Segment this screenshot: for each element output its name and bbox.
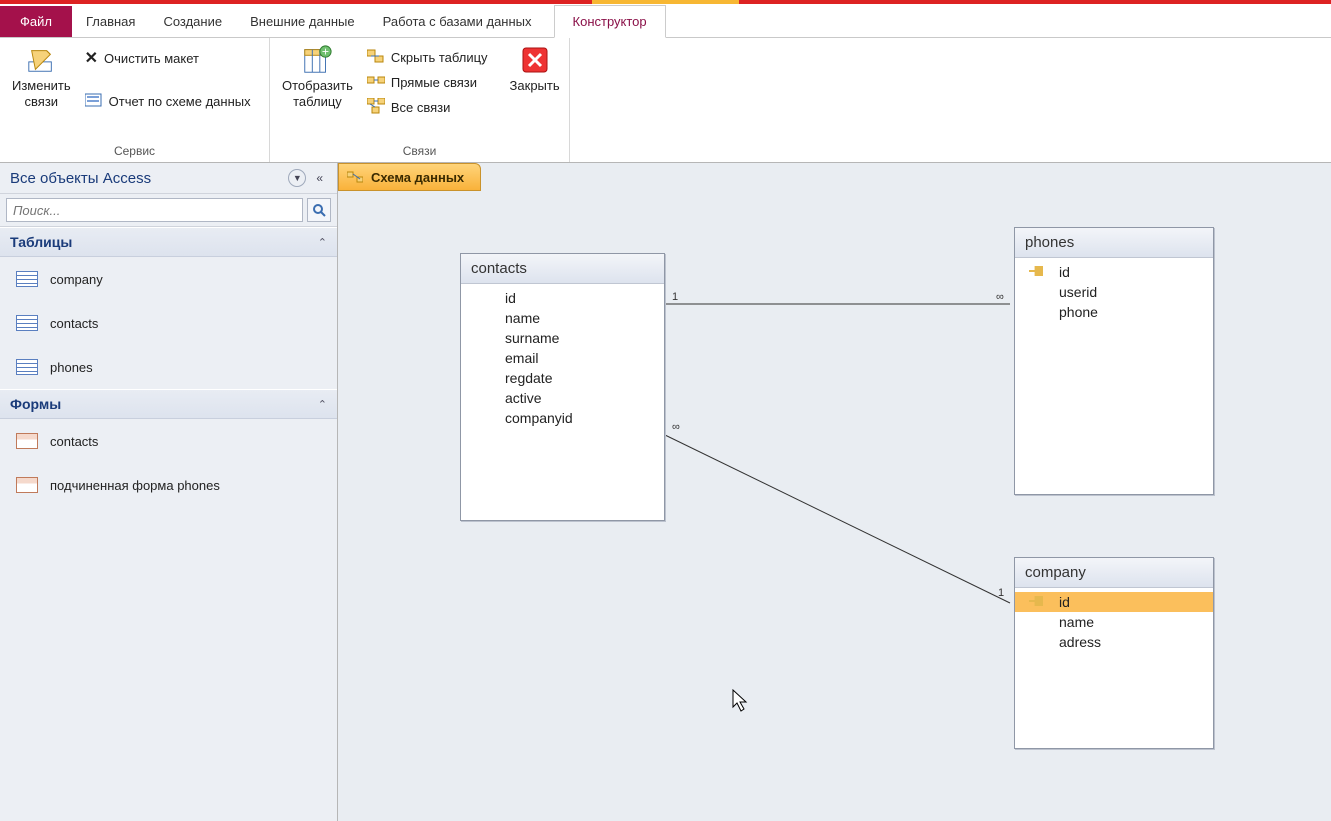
field[interactable]: name bbox=[461, 308, 664, 328]
field[interactable]: regdate bbox=[461, 368, 664, 388]
field[interactable]: phone bbox=[1015, 302, 1213, 322]
all-links-button[interactable]: Все связи bbox=[363, 96, 492, 119]
navitem-label: contacts bbox=[50, 316, 98, 331]
navitem-label: подчиненная форма phones bbox=[50, 478, 220, 493]
document-tab-label: Схема данных bbox=[371, 170, 464, 185]
tab-create[interactable]: Создание bbox=[149, 6, 236, 37]
nav-dropdown-icon[interactable]: ▼ bbox=[288, 169, 306, 187]
show-table-icon: + bbox=[301, 44, 333, 76]
navitem-table-company[interactable]: company bbox=[0, 257, 337, 301]
edit-relations-label: Изменить связи bbox=[12, 78, 71, 109]
navitem-form-phones[interactable]: подчиненная форма phones bbox=[0, 463, 337, 507]
ribbon-tabs: Файл Главная Создание Внешние данные Раб… bbox=[0, 4, 1331, 38]
tab-dbtools[interactable]: Работа с базами данных bbox=[369, 6, 546, 37]
report-icon bbox=[85, 92, 103, 111]
field-key[interactable]: id bbox=[1015, 262, 1213, 282]
all-links-label: Все связи bbox=[391, 100, 451, 115]
rel-mark-many: ∞ bbox=[996, 291, 1004, 303]
field[interactable]: name bbox=[1015, 612, 1213, 632]
field-key-selected[interactable]: id bbox=[1015, 592, 1213, 612]
close-icon bbox=[519, 44, 551, 76]
chevron-up-icon: ⌃ bbox=[318, 398, 327, 411]
svg-text:+: + bbox=[322, 44, 329, 58]
direct-links-icon bbox=[367, 73, 385, 92]
rel-mark-one: 1 bbox=[672, 291, 678, 303]
table-icon bbox=[16, 271, 38, 287]
field[interactable]: surname bbox=[461, 328, 664, 348]
edit-relations-button[interactable]: Изменить связи bbox=[6, 42, 77, 111]
search-input[interactable] bbox=[6, 198, 303, 222]
schema-report-button[interactable]: Отчет по схеме данных bbox=[81, 90, 255, 113]
cat-forms-label: Формы bbox=[10, 396, 61, 412]
navitem-table-contacts[interactable]: contacts bbox=[0, 301, 337, 345]
schema-report-label: Отчет по схеме данных bbox=[109, 94, 251, 109]
close-button[interactable]: Закрыть bbox=[504, 42, 566, 96]
navigation-pane: Все объекты Access ▼ « Таблицы ⌃ company… bbox=[0, 163, 338, 821]
hide-table-label: Скрыть таблицу bbox=[391, 50, 488, 65]
direct-links-label: Прямые связи bbox=[391, 75, 477, 90]
tab-home[interactable]: Главная bbox=[72, 6, 149, 37]
nav-title[interactable]: Все объекты Access bbox=[10, 170, 282, 187]
table-icon bbox=[16, 315, 38, 331]
tab-file[interactable]: Файл bbox=[0, 6, 72, 37]
field[interactable]: id bbox=[461, 288, 664, 308]
field[interactable]: email bbox=[461, 348, 664, 368]
context-tab-highlight bbox=[592, 0, 739, 4]
edit-relations-icon bbox=[25, 44, 57, 76]
tab-external[interactable]: Внешние данные bbox=[236, 6, 369, 37]
document-tab[interactable]: Схема данных bbox=[338, 163, 481, 191]
canvas-area[interactable]: Схема данных 1 ∞ ∞ 1 contacts id name su… bbox=[338, 163, 1331, 821]
show-table-label: Отобразить таблицу bbox=[282, 78, 353, 109]
table-contacts[interactable]: contacts id name surname email regdate a… bbox=[460, 253, 665, 521]
relations-icon bbox=[347, 170, 363, 184]
form-icon bbox=[16, 477, 38, 493]
chevron-up-icon: ⌃ bbox=[318, 236, 327, 249]
field[interactable]: adress bbox=[1015, 632, 1213, 652]
group-links-label: Связи bbox=[276, 141, 563, 160]
table-contacts-header[interactable]: contacts bbox=[461, 254, 664, 284]
clear-icon: ✕ bbox=[85, 48, 98, 68]
table-phones[interactable]: phones id userid phone bbox=[1014, 227, 1214, 495]
hide-table-button[interactable]: Скрыть таблицу bbox=[363, 46, 492, 69]
navitem-label: contacts bbox=[50, 434, 98, 449]
clear-layout-button[interactable]: ✕ Очистить макет bbox=[81, 46, 255, 70]
table-company[interactable]: company id name adress bbox=[1014, 557, 1214, 749]
field[interactable]: companyid bbox=[461, 408, 664, 428]
cursor-icon bbox=[732, 689, 750, 719]
ribbon: Изменить связи ✕ Очистить макет Отчет по… bbox=[0, 38, 1331, 163]
hide-table-icon bbox=[367, 48, 385, 67]
search-icon[interactable] bbox=[307, 198, 331, 222]
nav-collapse-button[interactable]: « bbox=[312, 171, 327, 185]
close-label: Закрыть bbox=[510, 78, 560, 94]
clear-layout-label: Очистить макет bbox=[104, 51, 199, 66]
tab-konstruktor[interactable]: Конструктор bbox=[554, 5, 666, 38]
navitem-label: phones bbox=[50, 360, 93, 375]
navitem-table-phones[interactable]: phones bbox=[0, 345, 337, 389]
rel-mark-many: ∞ bbox=[672, 421, 680, 433]
form-icon bbox=[16, 433, 38, 449]
navitem-label: company bbox=[50, 272, 103, 287]
cat-tables-label: Таблицы bbox=[10, 234, 72, 250]
table-company-header[interactable]: company bbox=[1015, 558, 1213, 588]
navitem-form-contacts[interactable]: contacts bbox=[0, 419, 337, 463]
table-phones-header[interactable]: phones bbox=[1015, 228, 1213, 258]
all-links-icon bbox=[367, 98, 385, 117]
cat-tables-header[interactable]: Таблицы ⌃ bbox=[0, 227, 337, 257]
direct-links-button[interactable]: Прямые связи bbox=[363, 71, 492, 94]
cat-forms-header[interactable]: Формы ⌃ bbox=[0, 389, 337, 419]
rel-mark-one: 1 bbox=[998, 587, 1004, 599]
group-service-label: Сервис bbox=[6, 141, 263, 160]
field[interactable]: userid bbox=[1015, 282, 1213, 302]
table-icon bbox=[16, 359, 38, 375]
field[interactable]: active bbox=[461, 388, 664, 408]
show-table-button[interactable]: + Отобразить таблицу bbox=[276, 42, 359, 111]
